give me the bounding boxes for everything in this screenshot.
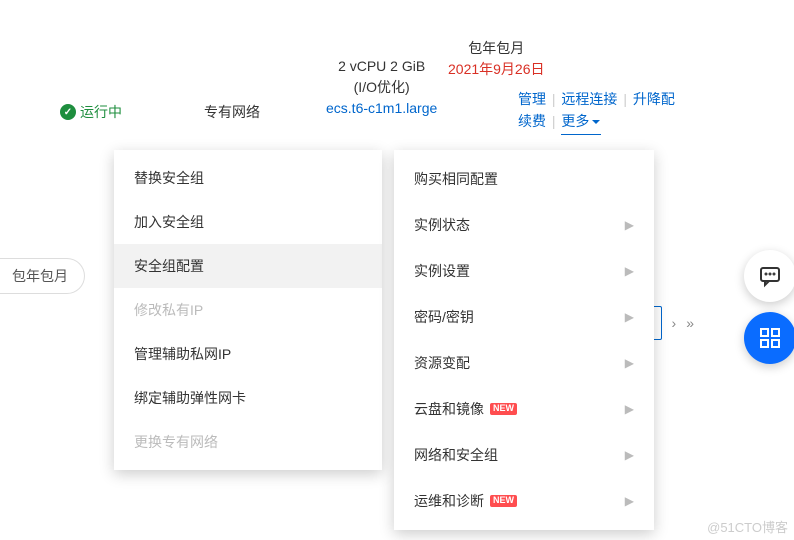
- page-last-icon[interactable]: »: [686, 315, 694, 331]
- submenu-item: 修改私有IP: [114, 288, 382, 332]
- chevron-right-icon: ▶: [625, 264, 634, 278]
- status-label: 运行中: [80, 102, 122, 122]
- caret-down-icon: [591, 117, 601, 127]
- chat-icon: [758, 264, 782, 288]
- mainmenu-item-label: 网络和安全组: [414, 445, 498, 465]
- mainmenu-item[interactable]: 密码/密钥 ▶: [394, 294, 654, 340]
- more-main-menu: 购买相同配置实例状态▶实例设置▶密码/密钥▶资源变配▶云盘和镜像NEW▶网络和安…: [394, 150, 654, 530]
- spec-line2: (I/O优化): [326, 77, 437, 98]
- expire-cell: 包年包月 2021年9月26日: [448, 38, 545, 80]
- renew-link[interactable]: 续费: [518, 113, 546, 129]
- mainmenu-item-label: 密码/密钥: [414, 307, 474, 327]
- submenu-item[interactable]: 安全组配置: [114, 244, 382, 288]
- mainmenu-item[interactable]: 云盘和镜像NEW ▶: [394, 386, 654, 432]
- submenu-item[interactable]: 加入安全组: [114, 200, 382, 244]
- submenu-item: 更换专有网络: [114, 420, 382, 464]
- separator: |: [552, 113, 556, 129]
- submenu-item[interactable]: 管理辅助私网IP: [114, 332, 382, 376]
- chevron-right-icon: ▶: [625, 218, 634, 232]
- mainmenu-item[interactable]: 资源变配 ▶: [394, 340, 654, 386]
- watermark: @51CTO博客: [707, 517, 788, 536]
- new-badge: NEW: [490, 403, 517, 415]
- status-cell: ✓ 运行中: [60, 102, 122, 122]
- chevron-right-icon: ▶: [625, 356, 634, 370]
- mainmenu-item-label: 运维和诊断NEW: [414, 491, 517, 511]
- chevron-right-icon: ▶: [625, 310, 634, 324]
- mainmenu-item-label: 购买相同配置: [414, 169, 498, 189]
- filter-pill-billing[interactable]: 包年包月: [0, 258, 85, 294]
- new-badge: NEW: [490, 495, 517, 507]
- instance-row: ✓ 运行中 专有网络 2 vCPU 2 GiB (I/O优化) ecs.t6-c…: [0, 28, 794, 138]
- spec-type-link[interactable]: ecs.t6-c1m1.large: [326, 100, 437, 116]
- mainmenu-item-label: 实例设置: [414, 261, 470, 281]
- mainmenu-item-label: 实例状态: [414, 215, 470, 235]
- more-label: 更多: [561, 110, 589, 132]
- mainmenu-item-label: 资源变配: [414, 353, 470, 373]
- spec-line1: 2 vCPU 2 GiB: [326, 56, 437, 77]
- spec-cell: 2 vCPU 2 GiB (I/O优化) ecs.t6-c1m1.large: [326, 56, 437, 119]
- network-type: 专有网络: [204, 102, 260, 122]
- mainmenu-item[interactable]: 实例状态 ▶: [394, 202, 654, 248]
- separator: |: [623, 91, 627, 107]
- chevron-right-icon: ▶: [625, 494, 634, 508]
- mainmenu-item-label: 云盘和镜像NEW: [414, 399, 517, 419]
- mainmenu-item[interactable]: 网络和安全组 ▶: [394, 432, 654, 478]
- security-submenu: 替换安全组加入安全组安全组配置修改私有IP管理辅助私网IP绑定辅助弹性网卡更换专…: [114, 150, 382, 470]
- submenu-item[interactable]: 绑定辅助弹性网卡: [114, 376, 382, 420]
- actions-cell: 管理 | 远程连接 | 升降配 续费 | 更多: [518, 88, 675, 135]
- mainmenu-item[interactable]: 购买相同配置: [394, 156, 654, 202]
- more-dropdown[interactable]: 更多: [561, 110, 601, 134]
- remote-link[interactable]: 远程连接: [561, 91, 617, 107]
- manage-link[interactable]: 管理: [518, 91, 546, 107]
- grid-icon: [759, 327, 781, 349]
- separator: |: [552, 91, 556, 107]
- resize-link[interactable]: 升降配: [633, 91, 675, 107]
- chevron-right-icon: ▶: [625, 448, 634, 462]
- page-next-icon[interactable]: ›: [672, 315, 677, 331]
- expire-date: 2021年9月26日: [448, 59, 545, 80]
- chevron-right-icon: ▶: [625, 402, 634, 416]
- check-circle-icon: ✓: [60, 104, 76, 120]
- apps-button[interactable]: [744, 312, 794, 364]
- feedback-button[interactable]: [744, 250, 794, 302]
- filter-pill-label: 包年包月: [12, 266, 68, 286]
- submenu-item[interactable]: 替换安全组: [114, 156, 382, 200]
- mainmenu-item[interactable]: 实例设置 ▶: [394, 248, 654, 294]
- billing-label: 包年包月: [448, 38, 545, 59]
- mainmenu-item[interactable]: 运维和诊断NEW ▶: [394, 478, 654, 524]
